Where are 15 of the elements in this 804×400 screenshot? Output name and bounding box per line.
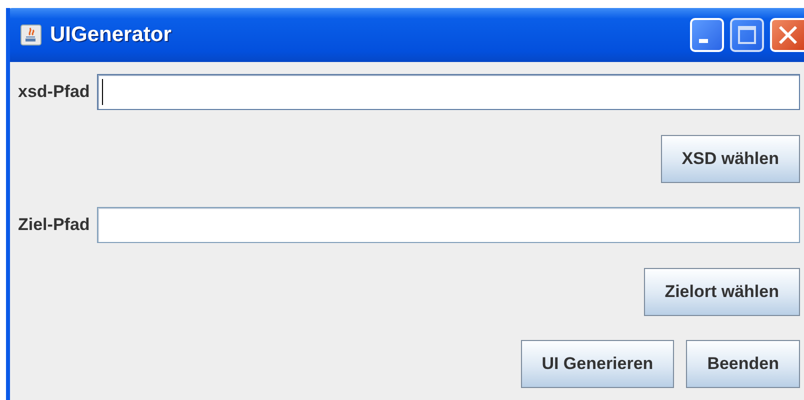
minimize-button[interactable] [690, 18, 724, 52]
maximize-button[interactable] [730, 18, 764, 52]
action-button[interactable]: Beenden [686, 340, 800, 388]
field-label: Ziel-Pfad [18, 215, 90, 235]
close-button[interactable] [770, 18, 804, 52]
minimize-icon [699, 39, 708, 43]
text-cursor [102, 79, 103, 105]
text-field[interactable] [96, 74, 800, 110]
coffee-cup-icon [20, 24, 42, 46]
text-field[interactable] [96, 207, 800, 243]
field-label: xsd-Pfad [18, 82, 90, 102]
choose-button[interactable]: Zielort wählen [644, 268, 800, 316]
window-title: UIGenerator [50, 23, 172, 47]
choose-button[interactable]: XSD wählen [660, 135, 800, 183]
action-button[interactable]: UI Generieren [520, 340, 674, 388]
